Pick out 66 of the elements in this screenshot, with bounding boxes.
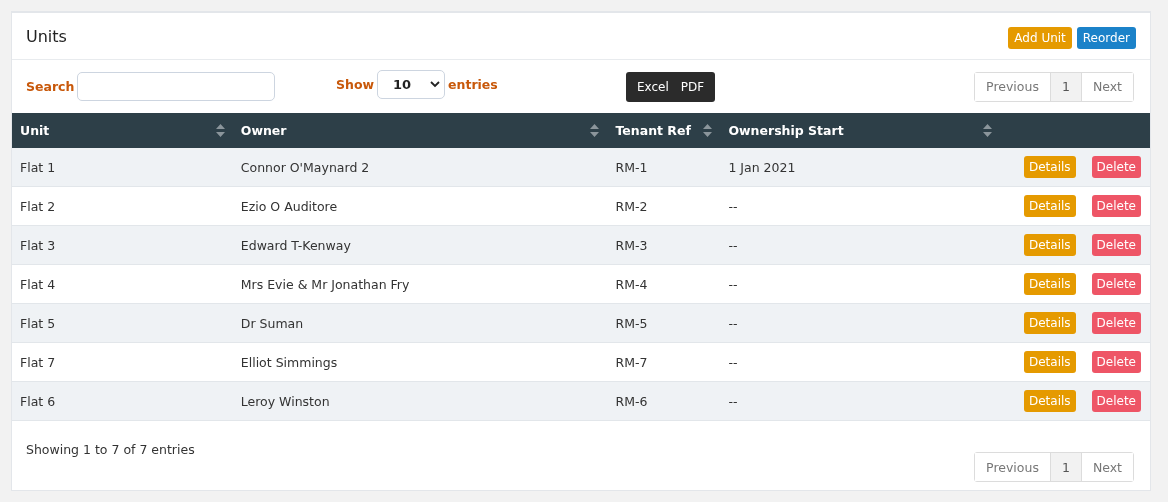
table-cell: -- <box>720 303 1000 343</box>
table-cell: Flat 7 <box>12 342 233 382</box>
delete-button[interactable]: Delete <box>1091 390 1141 412</box>
sort-icon <box>590 124 600 137</box>
table-cell: RM-7 <box>607 342 721 382</box>
table-cell: RM-6 <box>607 381 721 421</box>
table-cell: 1 Jan 2021 <box>720 148 1000 187</box>
details-button[interactable]: Details <box>1023 156 1076 178</box>
add-button[interactable]: Add Unit <box>1008 27 1072 49</box>
search-label: Search <box>26 79 75 94</box>
show-label: Show <box>336 77 375 92</box>
table-cell: Flat 4 <box>12 264 233 304</box>
table-cell: -- <box>720 264 1000 304</box>
table-cell: RM-2 <box>607 186 721 226</box>
table-cell: RM-5 <box>607 303 721 343</box>
table-cell: -- <box>720 381 1000 421</box>
table-cell: Flat 2 <box>12 186 233 226</box>
table-cell: RM-4 <box>607 264 721 304</box>
entries-label: entries <box>448 77 498 92</box>
delete-button[interactable]: Delete <box>1091 156 1141 178</box>
export-button[interactable]: PDF <box>674 79 711 94</box>
card-title: Units <box>26 26 67 46</box>
table-cell: Flat 1 <box>12 148 233 187</box>
sort-icon <box>703 124 713 137</box>
details-button[interactable]: Details <box>1023 351 1076 373</box>
sort-icon <box>215 124 225 137</box>
column-header[interactable]: Tenant Ref <box>607 113 721 148</box>
table-cell: -- <box>720 186 1000 226</box>
delete-button[interactable]: Delete <box>1091 234 1141 256</box>
table-cell: Flat 3 <box>12 225 233 265</box>
chevron-down-icon <box>430 81 441 88</box>
column-header[interactable]: Ownership Start <box>720 113 1000 148</box>
table-cell: Flat 6 <box>12 381 233 421</box>
table-cell: Leroy Winston <box>232 381 608 421</box>
next-button[interactable]: Next <box>1080 453 1133 481</box>
details-button[interactable]: Details <box>1023 312 1076 334</box>
details-button[interactable]: Details <box>1023 234 1076 256</box>
table-cell: Elliot Simmings <box>232 342 608 382</box>
table-cell: Edward T-Kenway <box>232 225 608 265</box>
column-header[interactable]: Owner <box>232 113 608 148</box>
table-cell: -- <box>720 342 1000 382</box>
sort-icon <box>982 124 992 137</box>
table-cell: Dr Suman <box>232 303 608 343</box>
delete-button[interactable]: Delete <box>1091 351 1141 373</box>
table-cell: RM-1 <box>607 148 721 187</box>
column-header[interactable]: Unit <box>12 113 233 148</box>
table-cell: Flat 5 <box>12 303 233 343</box>
search-field[interactable] <box>77 72 276 101</box>
export-button[interactable]: Excel <box>631 79 675 94</box>
entries-info: Showing 1 to 7 of 7 entries <box>26 442 195 459</box>
details-button[interactable]: Details <box>1023 390 1076 412</box>
details-button[interactable]: Details <box>1023 195 1076 217</box>
entries-select[interactable]: 10 <box>377 70 446 99</box>
reorder-button[interactable]: Reorder <box>1076 27 1136 49</box>
table-cell: Mrs Evie & Mr Jonathan Fry <box>232 264 608 304</box>
table-cell: RM-3 <box>607 225 721 265</box>
next-button[interactable]: Next <box>1080 72 1133 101</box>
table-cell: Ezio O Auditore <box>232 186 608 226</box>
table-cell: Connor O'Maynard 2 <box>232 148 608 187</box>
delete-button[interactable]: Delete <box>1091 195 1141 217</box>
delete-button[interactable]: Delete <box>1091 312 1141 334</box>
delete-button[interactable]: Delete <box>1091 273 1141 295</box>
page-button[interactable]: 1 <box>1049 72 1081 101</box>
page-button[interactable]: 1 <box>1049 453 1081 481</box>
details-button[interactable]: Details <box>1023 273 1076 295</box>
table-cell: -- <box>720 225 1000 265</box>
